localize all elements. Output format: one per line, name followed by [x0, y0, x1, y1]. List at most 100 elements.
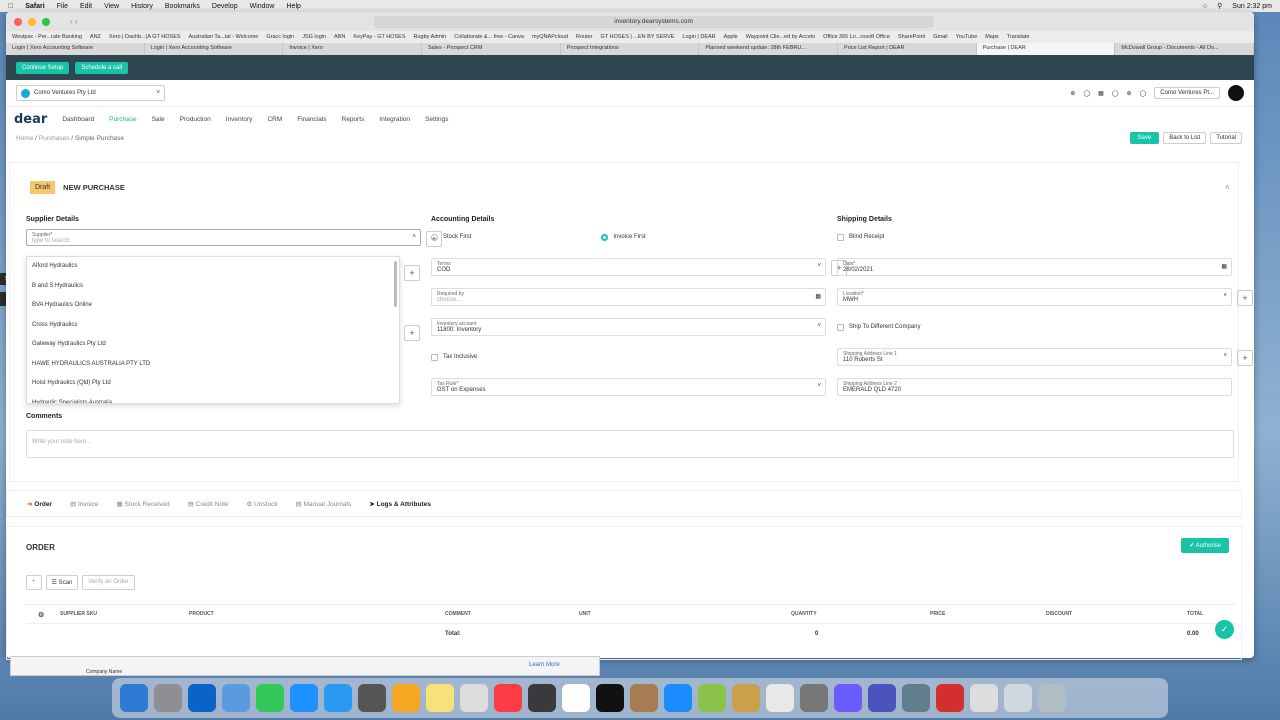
books-icon[interactable]	[630, 684, 658, 712]
spreadsheet-icon[interactable]	[528, 684, 556, 712]
address-line2-field[interactable]: Shipping Address Line 2 EMERALD QLD 4720	[837, 378, 1232, 396]
bookmark[interactable]: Xero | Dashb...(A GT HOSES	[109, 34, 181, 40]
supplier-option[interactable]: B and S Hydraulics	[27, 277, 399, 297]
required-by-field[interactable]: Required by choose... ▦	[431, 288, 826, 306]
address-line1-select[interactable]: Shipping Address Line 1 110 Roberts St ˅ +	[837, 348, 1253, 366]
back-to-list-button[interactable]: Back to List	[1163, 132, 1207, 144]
nav-dashboard[interactable]: Dashboard	[62, 116, 94, 123]
schedule-call-button[interactable]: Schedule a call	[75, 61, 129, 74]
bookmark[interactable]: KeyPay - GT HOSES	[353, 34, 405, 40]
supplier-option[interactable]: Hoist Hydraulics (Qld) Pty Ltd	[27, 374, 399, 394]
finder-icon[interactable]	[120, 684, 148, 712]
facetime-icon[interactable]	[256, 684, 284, 712]
bookmark[interactable]: Australian Ta...tal - Welcome	[189, 34, 259, 40]
supplier-option[interactable]: BVA Hydraulics Online	[27, 296, 399, 316]
company-selector[interactable]: Como Ventures Pt...	[1154, 87, 1220, 99]
chrome-icon[interactable]	[766, 684, 794, 712]
maps-icon[interactable]	[698, 684, 726, 712]
messages-icon[interactable]	[324, 684, 352, 712]
nav-financials[interactable]: Financials	[297, 116, 326, 123]
browser-tab[interactable]: Login | Xero Accounting Software	[145, 43, 284, 55]
tab-logs-attributes[interactable]: ➤ Logs & Attributes	[369, 500, 431, 508]
bookmark[interactable]: ANZ	[90, 34, 101, 40]
tab-invoice[interactable]: ▤ Invoice	[70, 500, 99, 508]
launchpad-icon[interactable]	[154, 684, 182, 712]
invoice-first-radio[interactable]	[601, 233, 609, 241]
vm-icon[interactable]	[902, 684, 930, 712]
menu-history[interactable]: History	[131, 3, 153, 10]
back-forward-icon[interactable]: ‹ ›	[70, 17, 78, 26]
bookmark[interactable]: Gracc login	[266, 34, 294, 40]
calendar-icon[interactable]: ▦	[1221, 263, 1227, 270]
bookmark[interactable]: SharePoint	[898, 34, 925, 40]
scan-button[interactable]: ☰ Scan	[45, 575, 79, 590]
reminders-icon[interactable]	[460, 684, 488, 712]
nav-settings[interactable]: Settings	[425, 116, 449, 123]
ghost-learn-more-link[interactable]: Learn More	[529, 662, 560, 668]
bookmark[interactable]: GT HOSES | ...EN BY SERVE	[601, 34, 675, 40]
tab-manual-journals[interactable]: ▤ Manual Journals	[296, 500, 352, 508]
browser-tab[interactable]: McDowall Group - Documents - All Do...	[1115, 43, 1254, 55]
preview-icon[interactable]	[222, 684, 250, 712]
tutorial-button[interactable]: Tutorial	[1210, 132, 1242, 144]
dropdown-scrollbar[interactable]	[394, 261, 397, 307]
settings-icon[interactable]	[800, 684, 828, 712]
nav-purchase[interactable]: Purchase	[109, 116, 136, 123]
bookmark[interactable]: Waypoint Clie...ed by Accelo	[746, 34, 816, 40]
inventory-account-select[interactable]: Inventory account 11800: Inventory ˅	[431, 318, 826, 336]
nav-crm[interactable]: CRM	[267, 116, 282, 123]
tab-unstock[interactable]: ⚙ Unstock	[247, 500, 278, 508]
stock-first-radio[interactable]	[431, 233, 438, 241]
browser-tab[interactable]: Planned weekend update: 28th FEBRU...	[699, 43, 839, 55]
bookmark[interactable]: Router	[576, 34, 593, 40]
search-icon[interactable]: ⚲	[1217, 2, 1222, 10]
bookmark[interactable]: YouTube	[956, 34, 978, 40]
add-location-button[interactable]: +	[1237, 290, 1253, 306]
nav-inventory[interactable]: Inventory	[226, 116, 253, 123]
breadcrumb-home[interactable]: Home	[16, 135, 33, 142]
calendar-app-icon[interactable]	[562, 684, 590, 712]
menu-help[interactable]: Help	[287, 3, 301, 10]
bookmark[interactable]: Office 365 Lo...rosoft Office	[823, 34, 890, 40]
nav-integration[interactable]: Integration	[379, 116, 410, 123]
verify-order-button[interactable]: Verify an Order	[82, 575, 135, 590]
menu-edit[interactable]: Edit	[80, 3, 92, 10]
add-address-line-button[interactable]: +	[1237, 350, 1253, 366]
safari-icon[interactable]	[290, 684, 318, 712]
screenshot-icon[interactable]	[358, 684, 386, 712]
photos-icon[interactable]	[392, 684, 420, 712]
appstore-icon[interactable]	[664, 684, 692, 712]
bookmark[interactable]: Collaborate &... free - Canva	[454, 34, 524, 40]
bookmark[interactable]: Westpac - Per...rate Banking	[12, 34, 82, 40]
supplier-option[interactable]: Gateway Hydraulics Pty Ltd	[27, 335, 399, 355]
blind-receipt-checkbox[interactable]	[837, 233, 844, 241]
app-menu[interactable]: Safari	[25, 3, 44, 10]
bookmark[interactable]: Apple	[724, 34, 738, 40]
comments-textarea[interactable]: Write your note here...	[26, 430, 1234, 458]
close-window-icon[interactable]	[14, 17, 22, 26]
address-bar[interactable]: inventory.dearsystems.com	[373, 15, 934, 28]
notes-icon[interactable]	[426, 684, 454, 712]
add-contact-button[interactable]: +	[404, 265, 420, 281]
tab-stock-received[interactable]: ▦ Stock Received	[117, 500, 170, 508]
authorise-button[interactable]: ✔ Authorise	[1181, 538, 1229, 553]
continue-setup-button[interactable]: Continue Setup	[16, 61, 70, 74]
location-select[interactable]: Location* MWH ˅ +	[837, 288, 1253, 306]
browser-tab[interactable]: Login | Xero Accounting Software	[6, 43, 145, 55]
menu-window[interactable]: Window	[250, 3, 275, 10]
downloads-icon[interactable]	[1004, 684, 1032, 712]
supplier-option[interactable]: Alford Hydraulics	[27, 257, 399, 277]
org-selector[interactable]: Como Ventures Pty Ltd ˅	[16, 85, 165, 101]
nav-sale[interactable]: Sale	[152, 116, 165, 123]
supplier-option[interactable]: Cross Hydraulics	[27, 316, 399, 336]
nav-reports[interactable]: Reports	[342, 116, 365, 123]
teams-icon[interactable]	[868, 684, 896, 712]
tax-inclusive-checkbox[interactable]	[431, 353, 438, 361]
globe-icon[interactable]: ⊕	[1127, 90, 1132, 97]
add-address-button[interactable]: +	[404, 325, 420, 341]
browser-tab[interactable]: Invoice | Xero	[283, 43, 423, 55]
menu-file[interactable]: File	[57, 3, 68, 10]
browser-tab[interactable]: Prospect Integrations	[561, 43, 700, 55]
supplier-option[interactable]: HAWE HYDRAULICS AUSTRALIA PTY LTD	[27, 355, 399, 375]
tab-credit-note[interactable]: ▤ Credit Note	[188, 500, 229, 508]
